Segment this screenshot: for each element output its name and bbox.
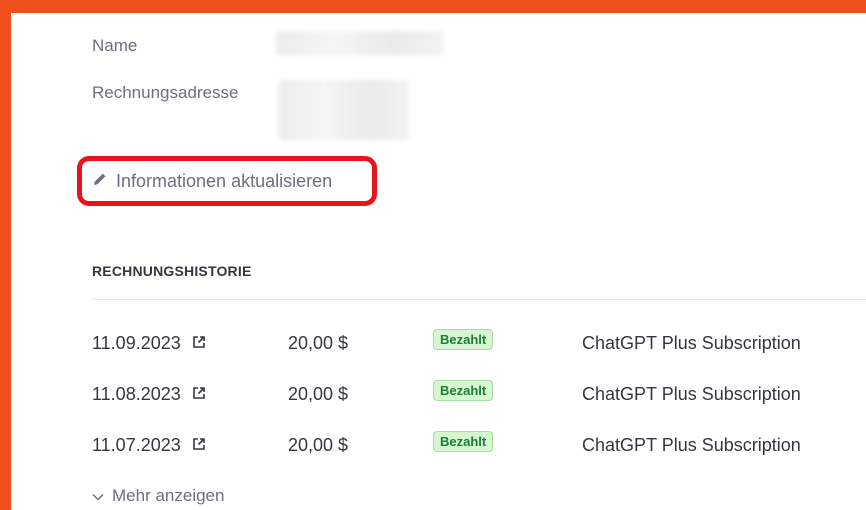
invoice-amount: 20,00 $ [288, 333, 349, 353]
billing-address-label: Rechnungsadresse [92, 83, 239, 102]
update-information-link[interactable]: Informationen aktualisieren [77, 156, 377, 206]
external-link-icon [181, 435, 206, 456]
invoice-date: 11.08.2023 [92, 384, 181, 404]
invoice-row: 11.07.2023 20,00 $ Bezahlt ChatGPT Plus … [92, 431, 866, 461]
status-badge: Bezahlt [433, 380, 494, 401]
chevron-down-icon [92, 486, 112, 506]
billing-address-value-redacted [279, 80, 409, 140]
invoice-amount: 20,00 $ [288, 384, 349, 404]
invoice-date: 11.07.2023 [92, 435, 181, 455]
invoice-history-title: RECHNUNGSHISTORIE [92, 263, 252, 279]
invoice-description: ChatGPT Plus Subscription [582, 384, 801, 404]
section-divider [92, 299, 866, 300]
invoice-date-link[interactable]: 11.08.2023 [92, 384, 206, 405]
pencil-icon [92, 171, 116, 192]
invoice-date-link[interactable]: 11.09.2023 [92, 333, 206, 354]
name-label: Name [92, 36, 138, 55]
name-value-redacted [276, 31, 444, 55]
external-link-icon [181, 333, 206, 354]
status-badge: Bezahlt [433, 329, 494, 350]
invoice-description: ChatGPT Plus Subscription [582, 333, 801, 353]
invoice-row: 11.09.2023 20,00 $ Bezahlt ChatGPT Plus … [92, 329, 866, 359]
invoice-row: 11.08.2023 20,00 $ Bezahlt ChatGPT Plus … [92, 380, 866, 410]
invoice-date: 11.09.2023 [92, 333, 181, 353]
external-link-icon [181, 384, 206, 405]
status-badge: Bezahlt [433, 431, 494, 452]
update-information-label: Informationen aktualisieren [116, 170, 333, 191]
show-more-label: Mehr anzeigen [112, 486, 225, 505]
invoice-description: ChatGPT Plus Subscription [582, 435, 801, 455]
invoice-amount: 20,00 $ [288, 435, 349, 455]
invoice-date-link[interactable]: 11.07.2023 [92, 435, 206, 456]
show-more-button[interactable]: Mehr anzeigen [92, 486, 224, 506]
